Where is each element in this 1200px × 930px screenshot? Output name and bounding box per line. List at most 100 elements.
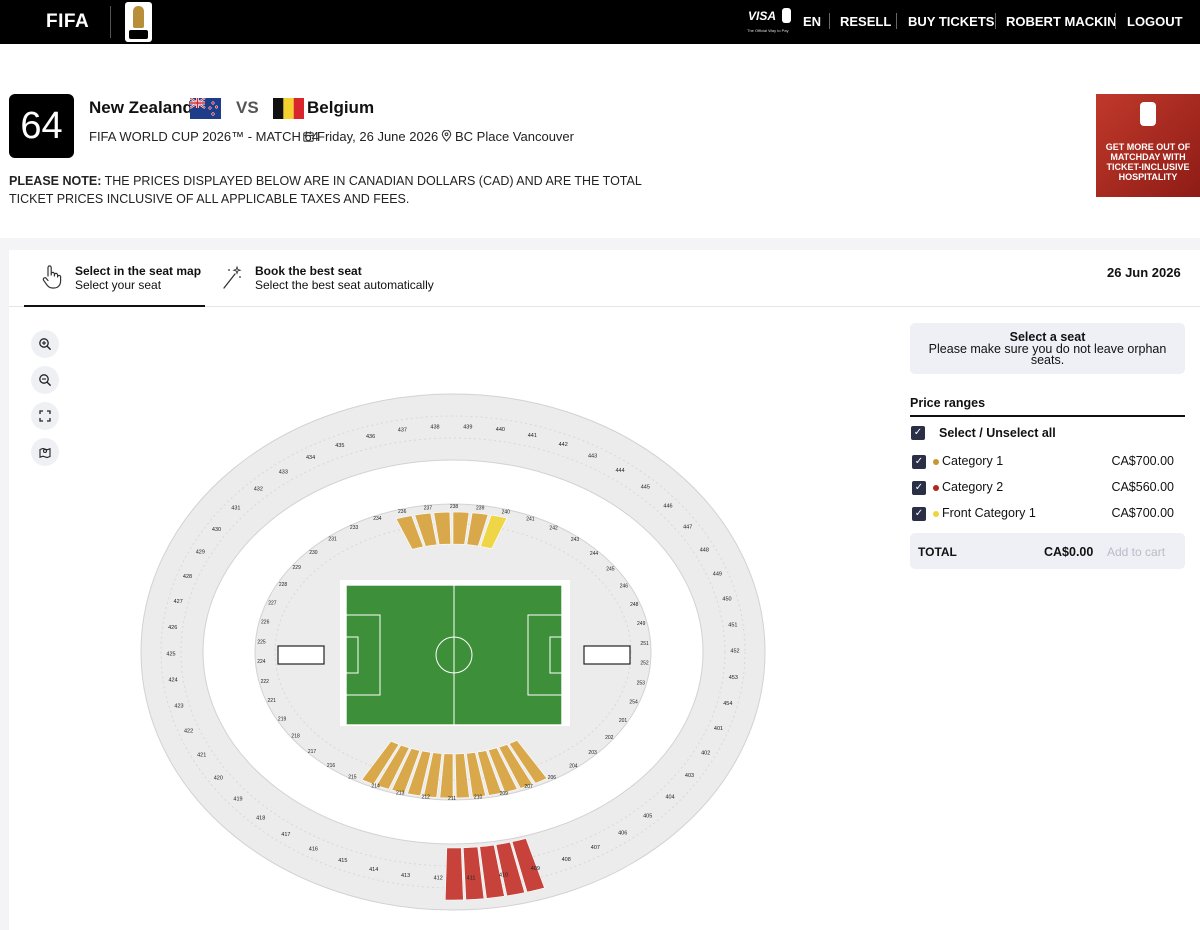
section-label[interactable]: 427 [174,599,183,605]
section-label[interactable]: 243 [571,537,580,543]
section-label[interactable]: 229 [293,565,302,571]
nav-user-account[interactable]: ROBERT MACKIN [1006,14,1117,29]
stadium-seat-map[interactable]: 436 437 438 439 440 441 442 443 444 445 446 447 448 4… [130,390,780,915]
tab-best-seat[interactable]: Book the best seat Select the best seat … [255,264,434,292]
section-label[interactable]: 253 [637,681,646,687]
section-label[interactable]: 414 [369,867,378,873]
nav-logout[interactable]: LOGOUT [1127,14,1183,29]
section-label[interactable]: 433 [279,470,288,476]
section-label[interactable]: 241 [526,516,535,522]
add-to-cart-button[interactable]: Add to cart [1107,545,1165,559]
section-label[interactable]: 432 [254,487,263,493]
category-2-seat-block[interactable] [444,847,464,901]
section-label[interactable]: 204 [569,764,578,770]
nav-resell[interactable]: RESELL [840,14,891,29]
section-label[interactable]: 422 [184,729,193,735]
section-label[interactable]: 426 [168,625,177,631]
section-label[interactable]: 405 [643,814,652,820]
fifa-logo[interactable]: FIFA [46,11,89,33]
section-label[interactable]: 201 [619,718,628,724]
section-label[interactable]: 239 [476,506,485,512]
section-label[interactable]: 217 [308,749,317,755]
section-label[interactable]: 431 [231,506,240,512]
section-label[interactable]: 413 [401,873,410,879]
section-label[interactable]: 227 [268,600,277,606]
section-label[interactable]: 228 [279,582,288,588]
zoom-out-button[interactable] [31,366,59,394]
section-label[interactable]: 423 [174,703,183,709]
section-label[interactable]: 236 [398,509,407,515]
section-label[interactable]: 435 [335,443,344,449]
section-label[interactable]: 409 [531,866,540,872]
tab-seat-map[interactable]: Select in the seat map Select your seat [75,264,201,292]
section-label[interactable]: 449 [713,572,722,578]
section-label[interactable]: 407 [591,845,600,851]
section-label[interactable]: 249 [637,621,646,627]
section-label[interactable]: 411 [467,876,476,882]
section-label[interactable]: 419 [233,796,242,802]
section-label[interactable]: 214 [371,784,380,790]
section-label[interactable]: 210 [474,795,483,801]
section-label[interactable]: 207 [524,784,533,790]
section-label[interactable]: 424 [169,678,178,684]
section-label[interactable]: 212 [422,795,431,801]
section-label[interactable]: 446 [663,504,672,510]
section-label[interactable]: 254 [629,700,638,706]
section-label[interactable]: 252 [640,661,649,667]
section-label[interactable]: 238 [450,504,459,510]
section-label[interactable]: 406 [618,831,627,837]
section-label[interactable]: 415 [338,858,347,864]
section-label[interactable]: 224 [257,659,266,665]
section-label[interactable]: 440 [496,427,505,433]
section-label[interactable]: 242 [549,526,558,532]
section-label[interactable]: 428 [183,574,192,580]
section-label[interactable]: 203 [588,750,597,756]
section-label[interactable]: 441 [528,433,537,439]
zoom-in-button[interactable] [31,330,59,358]
section-label[interactable]: 454 [723,701,732,707]
section-label[interactable]: 246 [620,584,629,590]
section-label[interactable]: 221 [268,698,277,704]
section-label[interactable]: 436 [366,434,375,440]
section-label[interactable]: 251 [640,641,649,647]
section-label[interactable]: 230 [309,550,318,556]
section-label[interactable]: 408 [562,857,571,863]
section-label[interactable]: 222 [261,679,270,685]
section-label[interactable]: 445 [641,485,650,491]
section-label[interactable]: 245 [606,566,615,572]
section-label[interactable]: 216 [327,763,336,769]
section-label[interactable]: 202 [605,735,614,741]
section-label[interactable]: 451 [728,623,737,629]
section-label[interactable]: 453 [729,675,738,681]
section-label[interactable]: 225 [257,639,266,645]
map-view-button[interactable] [31,438,59,466]
section-label[interactable]: 430 [212,527,221,533]
section-label[interactable]: 226 [261,620,270,626]
section-label[interactable]: 233 [350,525,359,531]
section-label[interactable]: 404 [666,794,675,800]
section-label[interactable]: 418 [256,815,265,821]
section-label[interactable]: 444 [616,468,625,474]
section-label[interactable]: 447 [683,525,692,531]
section-label[interactable]: 416 [309,846,318,852]
nav-language[interactable]: EN [803,14,821,29]
nav-buy-tickets[interactable]: BUY TICKETS [908,14,994,29]
section-label[interactable]: 211 [448,796,456,802]
section-label[interactable]: 240 [502,510,511,516]
section-label[interactable]: 448 [700,547,709,553]
section-label[interactable]: 421 [197,753,206,759]
section-label[interactable]: 425 [166,651,175,657]
hospitality-promo-banner[interactable]: GET MORE OUT OF MATCHDAY WITH TICKET-INC… [1096,94,1200,197]
section-label[interactable]: 244 [590,551,599,557]
section-label[interactable]: 403 [685,773,694,779]
section-label[interactable]: 429 [196,550,205,556]
section-label[interactable]: 420 [214,775,223,781]
section-label[interactable]: 443 [588,454,597,460]
section-label[interactable]: 410 [499,872,508,878]
section-label[interactable]: 442 [559,442,568,448]
fullscreen-button[interactable] [31,402,59,430]
section-label[interactable]: 237 [424,505,433,511]
section-label[interactable]: 231 [328,536,337,542]
section-label[interactable]: 215 [348,774,357,780]
category-2-checkbox[interactable]: ✓ [912,481,926,495]
